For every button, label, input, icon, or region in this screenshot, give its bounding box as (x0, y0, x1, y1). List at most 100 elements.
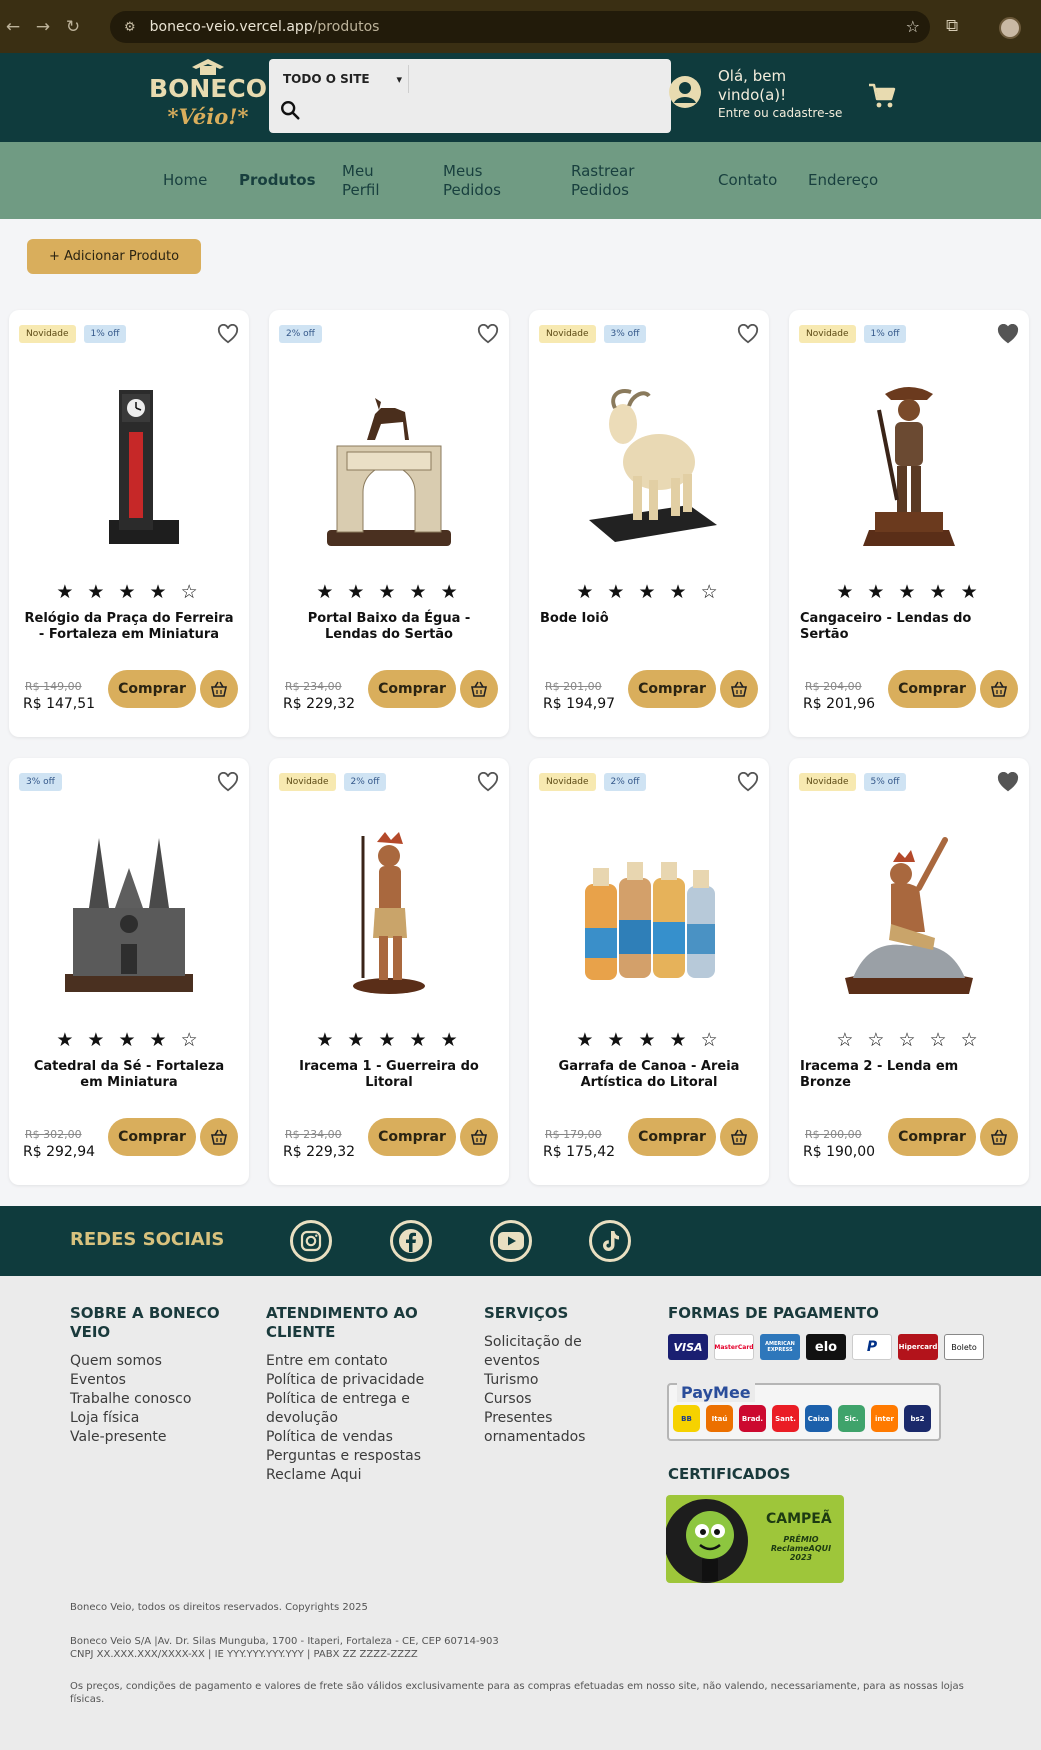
rating-stars: ★ ★ ★ ★ ☆ (56, 1029, 202, 1051)
heart-icon[interactable] (477, 772, 499, 792)
site-info-icon[interactable]: ⚙ (124, 20, 136, 35)
product-card[interactable]: Novidade 3% off ★ ★ ★ ★ ☆ Bode Ioiô R$ 2… (529, 310, 769, 737)
nav-produtos[interactable]: Produtos (239, 142, 316, 219)
badge-discount: 2% off (343, 773, 387, 791)
basket-icon (471, 681, 487, 697)
profile-avatar[interactable] (999, 17, 1021, 39)
product-name[interactable]: Garrafa de Canoa - Areia Artística do Li… (543, 1059, 755, 1091)
badge-discount: 1% off (83, 325, 127, 343)
address-bar[interactable]: ⚙ boneco-veio.vercel.app/produtos ☆ (110, 11, 930, 43)
heart-icon[interactable] (217, 772, 239, 792)
address-text: Boneco Veio S/A |Av. Dr. Silas Munguba, … (70, 1636, 499, 1647)
add-to-basket-button[interactable] (720, 670, 758, 708)
search-input[interactable] (414, 65, 664, 93)
rating-stars: ★ ★ ★ ★ ☆ (56, 581, 202, 603)
footer-link[interactable]: Trabalhe conosco (70, 1390, 230, 1409)
product-card[interactable]: 3% off ★ ★ ★ ★ ☆ Catedral da Sé - Fortal… (9, 758, 249, 1185)
bank-santander-icon: Sant. (772, 1405, 799, 1432)
bookmark-star-icon[interactable]: ☆ (906, 17, 920, 36)
footer-link[interactable]: Eventos (70, 1371, 230, 1390)
heart-filled-icon[interactable] (997, 324, 1019, 344)
facebook-icon[interactable] (390, 1220, 432, 1262)
footer-link[interactable]: Política de entrega e devolução (266, 1390, 436, 1428)
rating-stars: ★ ★ ★ ★ ★ (316, 581, 462, 603)
product-name[interactable]: Iracema 2 - Lenda em Bronze (800, 1059, 1012, 1091)
footer-link[interactable]: Reclame Aqui (266, 1466, 436, 1485)
buy-button[interactable]: Comprar (368, 670, 456, 708)
basket-icon (731, 681, 747, 697)
footer-link[interactable]: Vale-presente (70, 1428, 230, 1447)
add-product-button[interactable]: + Adicionar Produto (27, 239, 201, 274)
forward-icon[interactable]: → (30, 14, 56, 40)
buy-button[interactable]: Comprar (108, 1118, 196, 1156)
add-to-basket-button[interactable] (980, 670, 1018, 708)
heart-icon[interactable] (737, 772, 759, 792)
footer-link[interactable]: Solicitação de eventos (484, 1333, 594, 1371)
nav-home[interactable]: Home (163, 142, 207, 219)
user-account[interactable]: Olá, bem vindo(a)! Entre ou cadastre-se (668, 67, 842, 120)
footer-link[interactable]: Turismo (484, 1371, 594, 1390)
reload-icon[interactable]: ↻ (60, 14, 86, 40)
nav-meu-perfil[interactable]: Meu Perfil (342, 142, 402, 219)
add-to-basket-button[interactable] (720, 1118, 758, 1156)
product-name[interactable]: Iracema 1 - Guerreira do Litoral (283, 1059, 495, 1091)
product-card[interactable]: Novidade 1% off ★ ★ ★ ★ ☆ Relógio da Pra… (9, 310, 249, 737)
nav-meus-pedidos[interactable]: Meus Pedidos (443, 142, 513, 219)
buy-button[interactable]: Comprar (108, 670, 196, 708)
buy-button[interactable]: Comprar (368, 1118, 456, 1156)
bank-itau-icon: Itaú (706, 1405, 733, 1432)
rating-stars: ★ ★ ★ ★ ☆ (576, 581, 722, 603)
product-name[interactable]: Bode Ioiô (540, 611, 752, 627)
product-name[interactable]: Portal Baixo da Égua - Lendas do Sertão (283, 611, 495, 643)
boneco-veio-logo[interactable]: BONECO *Véio!* (150, 57, 266, 137)
search-category-label: TODO O SITE (283, 72, 370, 86)
nav-contato[interactable]: Contato (718, 142, 777, 219)
footer-link[interactable]: Quem somos (70, 1352, 230, 1371)
old-price: R$ 179,00 (545, 1128, 602, 1141)
search-category-select[interactable]: TODO O SITE ▾ (279, 65, 409, 93)
buy-button[interactable]: Comprar (628, 670, 716, 708)
reclame-aqui-badge[interactable]: CAMPEÃ PRÊMIO ReclameAQUI 2023 (666, 1495, 844, 1583)
extensions-icon[interactable]: ⧉ (946, 16, 958, 36)
tiktok-icon[interactable] (589, 1220, 631, 1262)
shopping-cart-icon[interactable] (868, 83, 896, 109)
add-to-basket-button[interactable] (200, 1118, 238, 1156)
buy-button[interactable]: Comprar (628, 1118, 716, 1156)
paymee-box: PayMee BB Itaú Brad. Sant. Caixa Sic. in… (667, 1383, 941, 1441)
basket-icon (991, 1129, 1007, 1145)
add-to-basket-button[interactable] (980, 1118, 1018, 1156)
instagram-icon[interactable] (290, 1220, 332, 1262)
footer-link[interactable]: Perguntas e respostas (266, 1447, 436, 1466)
add-to-basket-button[interactable] (200, 670, 238, 708)
heart-icon[interactable] (217, 324, 239, 344)
old-price: R$ 204,00 (805, 680, 862, 693)
login-link[interactable]: Entre ou cadastre-se (718, 106, 842, 120)
price: R$ 147,51 (23, 696, 96, 712)
search-icon[interactable] (279, 99, 301, 121)
footer-link[interactable]: Política de privacidade (266, 1371, 436, 1390)
add-to-basket-button[interactable] (460, 1118, 498, 1156)
youtube-icon[interactable] (490, 1220, 532, 1262)
footer-link[interactable]: Loja física (70, 1409, 230, 1428)
nav-rastrear-pedidos[interactable]: Rastrear Pedidos (571, 142, 651, 219)
heart-icon[interactable] (477, 324, 499, 344)
product-card[interactable]: Novidade 5% off ☆ ☆ ☆ ☆ ☆ Iracema 2 - Le… (789, 758, 1029, 1185)
product-card[interactable]: Novidade 1% off ★ ★ ★ ★ ★ Cangaceiro - L… (789, 310, 1029, 737)
heart-filled-icon[interactable] (997, 772, 1019, 792)
product-name[interactable]: Cangaceiro - Lendas do Sertão (800, 611, 1012, 643)
product-name[interactable]: Relógio da Praça do Ferreira - Fortaleza… (23, 611, 235, 643)
buy-button[interactable]: Comprar (888, 670, 976, 708)
product-card[interactable]: Novidade 2% off ★ ★ ★ ★ ☆ Garrafa de Can… (529, 758, 769, 1185)
footer-link[interactable]: Política de vendas (266, 1428, 436, 1447)
back-icon[interactable]: ← (0, 14, 26, 40)
footer-link[interactable]: Presentes ornamentados (484, 1409, 594, 1447)
add-to-basket-button[interactable] (460, 670, 498, 708)
footer-link[interactable]: Cursos (484, 1390, 594, 1409)
product-card[interactable]: 2% off ★ ★ ★ ★ ★ Portal Baixo da Égua - … (269, 310, 509, 737)
product-name[interactable]: Catedral da Sé - Fortaleza em Miniatura (23, 1059, 235, 1091)
product-card[interactable]: Novidade 2% off ★ ★ ★ ★ ★ Iracema 1 - Gu… (269, 758, 509, 1185)
buy-button[interactable]: Comprar (888, 1118, 976, 1156)
heart-icon[interactable] (737, 324, 759, 344)
footer-link[interactable]: Entre em contato (266, 1352, 436, 1371)
nav-endereco[interactable]: Endereço (808, 142, 878, 219)
